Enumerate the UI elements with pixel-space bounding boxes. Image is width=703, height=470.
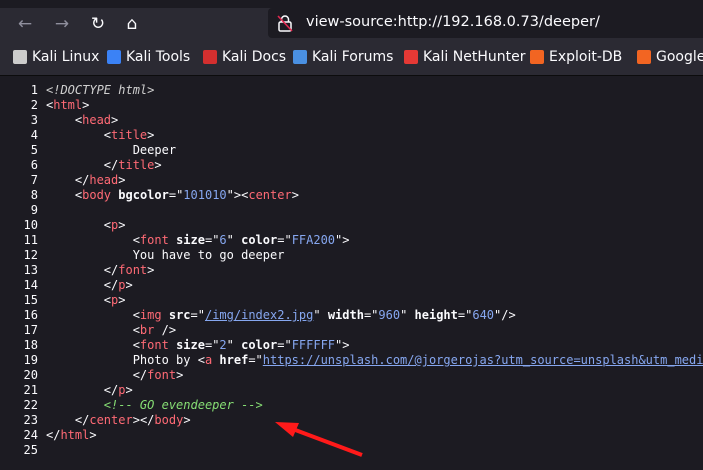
annotation-arrow <box>275 422 363 457</box>
